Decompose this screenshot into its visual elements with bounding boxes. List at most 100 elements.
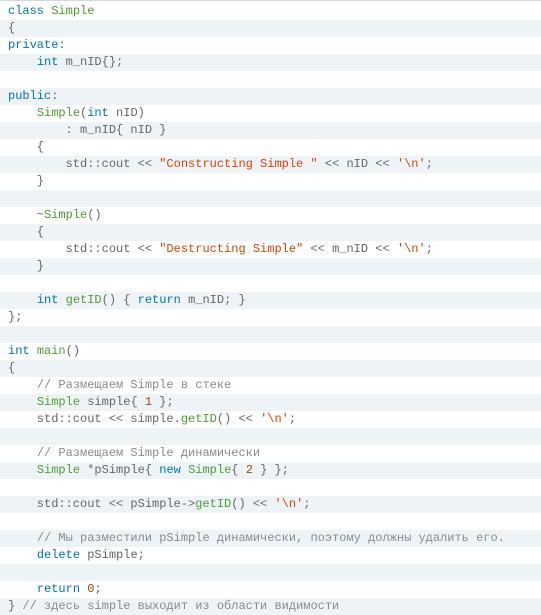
- code-line: {: [0, 360, 541, 377]
- code-line: return 0;: [0, 581, 541, 598]
- token-plain: << nID <<: [318, 157, 397, 171]
- token-cls-green: getID: [66, 293, 102, 307]
- token-plain: ;: [94, 582, 101, 596]
- code-line: {: [0, 224, 541, 241]
- token-plain: *pSimple{: [80, 463, 159, 477]
- token-number: 2: [246, 463, 253, 477]
- token-plain: simple{: [80, 395, 145, 409]
- token-plain: {: [8, 21, 15, 35]
- token-plain: [8, 548, 37, 562]
- token-char: '\n': [260, 412, 289, 426]
- code-line: public:: [0, 88, 541, 105]
- token-kw-blue: int: [8, 344, 30, 358]
- code-line: std::cout << "Destructing Simple" << m_n…: [0, 241, 541, 258]
- token-plain: ;: [303, 497, 310, 511]
- code-line: [0, 564, 541, 581]
- token-comment: // Размещаем Simple в стеке: [37, 378, 231, 392]
- code-line: ~Simple(): [0, 207, 541, 224]
- code-line: }: [0, 258, 541, 275]
- token-number: 0: [87, 582, 94, 596]
- token-kw-blue: int: [37, 55, 59, 69]
- token-plain: {: [8, 140, 44, 154]
- code-line: [0, 513, 541, 530]
- token-string: "Destructing Simple": [159, 242, 303, 256]
- token-plain: }: [8, 259, 44, 273]
- token-cls-green: Simple: [37, 106, 80, 120]
- token-cls-green: Simple: [44, 208, 87, 222]
- code-line: int main(): [0, 343, 541, 360]
- token-plain: nID): [109, 106, 145, 120]
- token-comment: // Мы разместили pSimple динамически, по…: [37, 531, 505, 545]
- code-line: [0, 479, 541, 496]
- code-line: Simple *pSimple{ new Simple{ 2 } };: [0, 462, 541, 479]
- token-plain: [30, 344, 37, 358]
- token-comment: // здесь simple выходит из области видим…: [22, 599, 339, 613]
- code-line: std::cout << simple.getID() << '\n';: [0, 411, 541, 428]
- code-line: int getID() { return m_nID; }: [0, 292, 541, 309]
- token-plain: }: [8, 174, 44, 188]
- token-plain: [8, 378, 37, 392]
- token-plain: [8, 446, 37, 460]
- token-plain: (): [66, 344, 80, 358]
- token-plain: :: [51, 89, 58, 103]
- token-number: 1: [145, 395, 152, 409]
- token-cls-green: Simple: [188, 463, 231, 477]
- token-kw-blue: private: [8, 38, 58, 52]
- token-plain: [8, 55, 37, 69]
- token-plain: [80, 582, 87, 596]
- token-plain: std::cout <<: [8, 242, 159, 256]
- token-char: '\n': [274, 497, 303, 511]
- token-kw-blue: return: [138, 293, 181, 307]
- code-line: int m_nID{};: [0, 54, 541, 71]
- token-plain: {: [231, 463, 245, 477]
- code-line: [0, 190, 541, 207]
- token-plain: (): [87, 208, 101, 222]
- token-plain: {: [8, 225, 44, 239]
- code-line: [0, 428, 541, 445]
- token-cls-green: Simple: [51, 4, 94, 18]
- code-line: // Мы разместили pSimple динамически, по…: [0, 530, 541, 547]
- code-line: std::cout << "Constructing Simple " << n…: [0, 156, 541, 173]
- code-line: delete pSimple;: [0, 547, 541, 564]
- token-plain: [8, 293, 37, 307]
- token-char: '\n': [397, 157, 426, 171]
- token-plain: }: [8, 599, 22, 613]
- code-line: } // здесь simple выходит из области вид…: [0, 598, 541, 615]
- token-cls-green: getID: [195, 497, 231, 511]
- token-kw-blue: new: [159, 463, 181, 477]
- code-line: : m_nID{ nID }: [0, 122, 541, 139]
- code-line: [0, 326, 541, 343]
- token-plain: [8, 106, 37, 120]
- token-kw-blue: return: [37, 582, 80, 596]
- token-plain: << m_nID <<: [303, 242, 397, 256]
- token-plain: () <<: [231, 497, 274, 511]
- code-line: // Размещаем Simple в стеке: [0, 377, 541, 394]
- token-plain: {: [8, 361, 15, 375]
- token-plain: () <<: [217, 412, 260, 426]
- token-kw-blue: delete: [37, 548, 80, 562]
- token-plain: : m_nID{ nID }: [8, 123, 166, 137]
- token-plain: };: [8, 310, 22, 324]
- token-kw-blue: public: [8, 89, 51, 103]
- token-plain: :: [58, 38, 65, 52]
- token-plain: ;: [289, 412, 296, 426]
- token-plain: [8, 531, 37, 545]
- token-plain: [181, 463, 188, 477]
- token-plain: [58, 293, 65, 307]
- token-kw-blue: int: [87, 106, 109, 120]
- token-plain: () {: [102, 293, 138, 307]
- token-string: "Constructing Simple ": [159, 157, 317, 171]
- code-line: Simple(int nID): [0, 105, 541, 122]
- code-line: {: [0, 139, 541, 156]
- token-plain: ~: [8, 208, 44, 222]
- code-line: private:: [0, 37, 541, 54]
- code-line: // Размещаем Simple динамически: [0, 445, 541, 462]
- code-line: }: [0, 173, 541, 190]
- token-cls-green: getID: [181, 412, 217, 426]
- token-plain: std::cout << simple.: [8, 412, 181, 426]
- token-plain: std::cout << pSimple->: [8, 497, 195, 511]
- token-plain: } };: [253, 463, 289, 477]
- token-plain: };: [152, 395, 174, 409]
- token-plain: [8, 582, 37, 596]
- token-plain: ;: [426, 242, 433, 256]
